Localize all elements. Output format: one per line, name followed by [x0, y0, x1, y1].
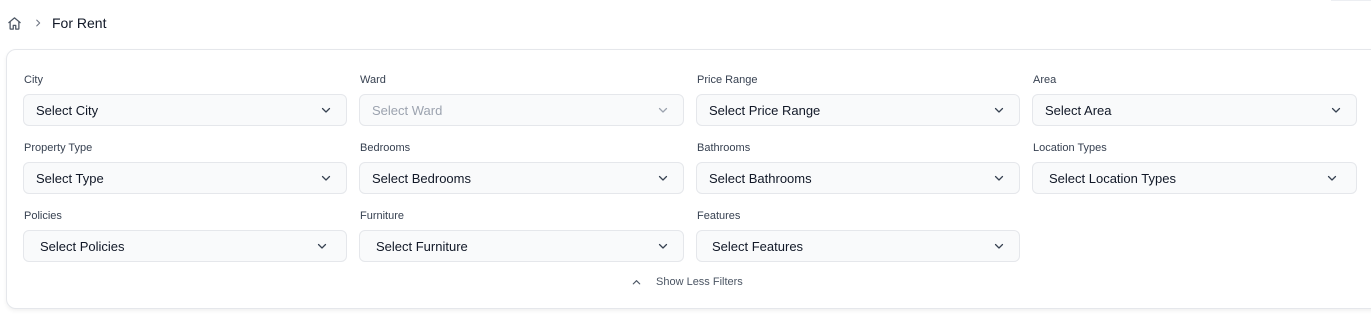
location-types-select[interactable]: Select Location Types — [1032, 162, 1357, 194]
chevron-down-icon — [316, 240, 328, 252]
breadcrumb: For Rent — [6, 13, 106, 33]
location-types-select-value: Select Location Types — [1049, 170, 1176, 186]
chevron-down-icon — [993, 172, 1005, 184]
chevron-down-icon — [657, 240, 669, 252]
bathrooms-filter: Bathrooms Select Bathrooms — [696, 141, 1020, 194]
ward-select: Select Ward — [359, 94, 684, 126]
home-icon[interactable] — [6, 15, 22, 31]
policies-label: Policies — [24, 210, 62, 222]
show-less-filters-button[interactable]: Show Less Filters — [630, 273, 743, 291]
furniture-select-value: Select Furniture — [376, 238, 468, 254]
bedrooms-filter: Bedrooms Select Bedrooms — [359, 141, 684, 194]
furniture-label: Furniture — [360, 210, 405, 222]
show-less-filters-label: Show Less Filters — [656, 276, 743, 288]
city-select-value: Select City — [36, 102, 99, 118]
location-types-filter: Location Types Select Location Types — [1032, 141, 1357, 194]
chevron-down-icon — [320, 172, 332, 184]
chevron-down-icon — [657, 104, 669, 116]
area-select-value: Select Area — [1045, 102, 1112, 118]
bathrooms-label: Bathrooms — [697, 142, 751, 154]
bathrooms-select[interactable]: Select Bathrooms — [696, 162, 1020, 194]
price-range-select-value: Select Price Range — [709, 102, 821, 118]
chevron-up-icon — [630, 276, 642, 288]
features-label: Features — [697, 210, 741, 222]
price-range-filter: Price Range Select Price Range — [696, 73, 1020, 126]
bathrooms-select-value: Select Bathrooms — [709, 170, 812, 186]
area-label: Area — [1033, 74, 1057, 86]
bedrooms-label: Bedrooms — [360, 142, 411, 154]
top-divider — [1331, 0, 1371, 1]
city-select[interactable]: Select City — [23, 94, 347, 126]
features-select[interactable]: Select Features — [696, 230, 1020, 262]
location-types-label: Location Types — [1033, 142, 1107, 154]
price-range-select[interactable]: Select Price Range — [696, 94, 1020, 126]
chevron-down-icon — [993, 104, 1005, 116]
chevron-down-icon — [1326, 172, 1338, 184]
property-type-select-value: Select Type — [36, 170, 104, 186]
policies-filter: Policies Select Policies — [23, 209, 347, 262]
features-filter: Features Select Features — [696, 209, 1020, 262]
ward-select-value: Select Ward — [372, 102, 443, 118]
area-filter: Area Select Area — [1032, 73, 1357, 126]
chevron-down-icon — [320, 104, 332, 116]
chevron-down-icon — [1330, 104, 1342, 116]
property-type-select[interactable]: Select Type — [23, 162, 347, 194]
chevron-right-icon — [31, 16, 45, 30]
city-label: City — [24, 74, 43, 86]
furniture-filter: Furniture Select Furniture — [359, 209, 684, 262]
policies-select[interactable]: Select Policies — [23, 230, 347, 262]
ward-filter: Ward Select Ward — [359, 73, 684, 126]
city-filter: City Select City — [23, 73, 347, 126]
property-type-filter: Property Type Select Type — [23, 141, 347, 194]
policies-select-value: Select Policies — [40, 238, 125, 254]
bedrooms-select[interactable]: Select Bedrooms — [359, 162, 684, 194]
ward-label: Ward — [360, 74, 386, 86]
price-range-label: Price Range — [697, 74, 758, 86]
page: For Rent City Select City Ward Select Wa… — [0, 0, 1371, 321]
chevron-down-icon — [993, 240, 1005, 252]
breadcrumb-current: For Rent — [52, 15, 107, 31]
features-select-value: Select Features — [712, 238, 804, 254]
filter-panel: City Select City Ward Select Ward Price … — [6, 49, 1371, 309]
furniture-select[interactable]: Select Furniture — [359, 230, 684, 262]
chevron-down-icon — [657, 172, 669, 184]
area-select[interactable]: Select Area — [1032, 94, 1357, 126]
bedrooms-select-value: Select Bedrooms — [372, 170, 471, 186]
property-type-label: Property Type — [24, 142, 93, 154]
